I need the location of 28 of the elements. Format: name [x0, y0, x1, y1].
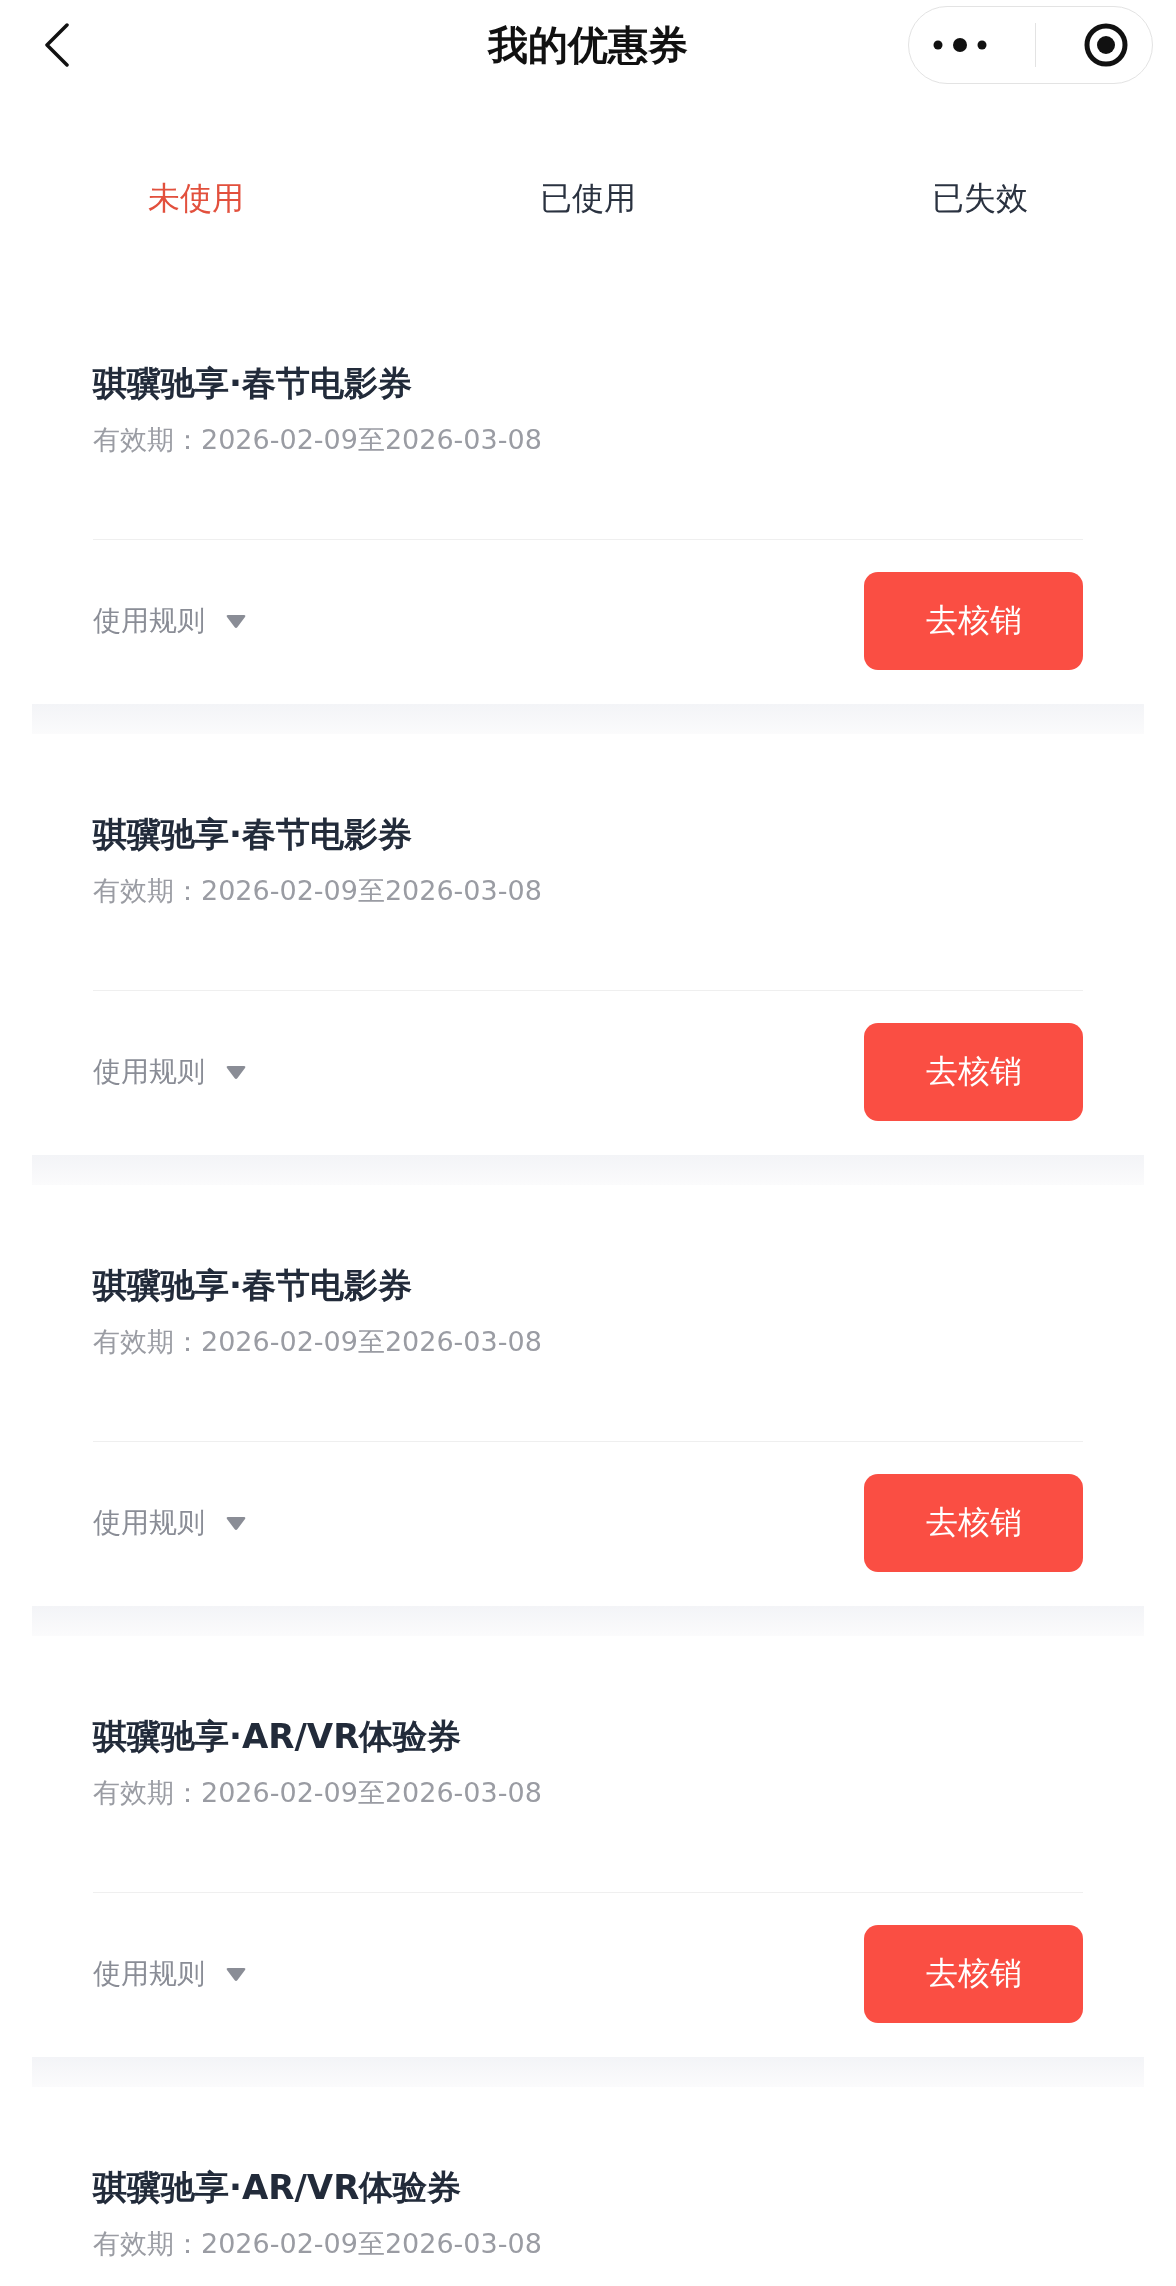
validity-text: 有效期：2026-02-09至2026-03-08 — [93, 2227, 543, 2261]
redeem-button[interactable]: 去核销 — [864, 1474, 1083, 1572]
back-icon[interactable] — [44, 23, 70, 67]
more-icon[interactable] — [932, 38, 989, 52]
coupon-title: 骐骥驰享·春节电影券 — [93, 362, 413, 405]
redeem-button[interactable]: 去核销 — [864, 1925, 1083, 2023]
dropdown-triangle-icon[interactable] — [225, 1514, 247, 1532]
validity-text: 有效期：2026-02-09至2026-03-08 — [93, 1776, 543, 1810]
coupon-title: 骐骥驰享·春节电影券 — [93, 813, 413, 856]
redeem-button[interactable]: 去核销 — [864, 572, 1083, 670]
dropdown-triangle-icon[interactable] — [225, 612, 247, 630]
usage-rules-link[interactable]: 使用规则 — [93, 602, 205, 640]
validity-text: 有效期：2026-02-09至2026-03-08 — [93, 1325, 543, 1359]
redeem-button[interactable]: 去核销 — [864, 1023, 1083, 1121]
coupon-title: 骐骥驰享·AR/VR体验券 — [93, 2166, 463, 2209]
validity-text: 有效期：2026-02-09至2026-03-08 — [93, 874, 543, 908]
tab[interactable]: 未使用 — [148, 168, 244, 228]
usage-rules-link[interactable]: 使用规则 — [93, 1504, 205, 1542]
page-title: 我的优惠券 — [486, 20, 689, 70]
tab[interactable]: 已失效 — [932, 168, 1028, 228]
coupon-title: 骐骥驰享·AR/VR体验券 — [93, 1715, 463, 1758]
usage-rules-link[interactable]: 使用规则 — [93, 1955, 205, 1993]
usage-rules-link[interactable]: 使用规则 — [93, 1053, 205, 1091]
validity-text: 有效期：2026-02-09至2026-03-08 — [93, 423, 543, 457]
dropdown-triangle-icon[interactable] — [225, 1965, 247, 1983]
dropdown-triangle-icon[interactable] — [225, 1063, 247, 1081]
coupon-title: 骐骥驰享·春节电影券 — [93, 1264, 413, 1307]
tab[interactable]: 已使用 — [540, 168, 636, 228]
